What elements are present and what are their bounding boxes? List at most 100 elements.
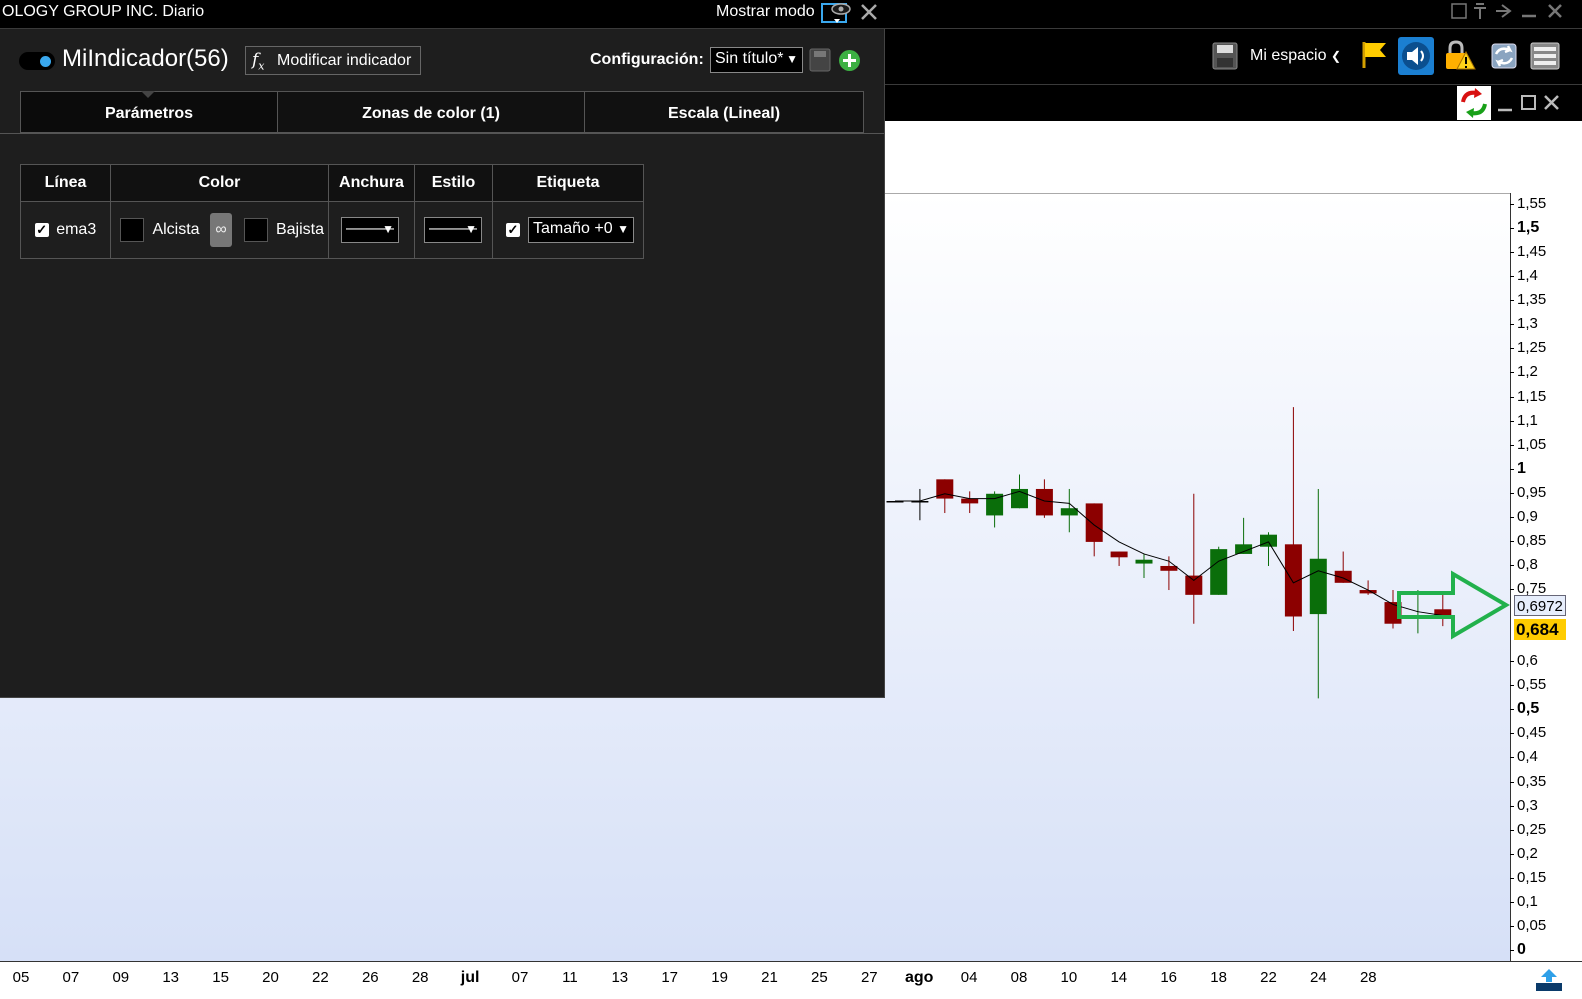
workspace-label: Mi espacio bbox=[1250, 47, 1327, 64]
price-tick-mark bbox=[1510, 709, 1514, 711]
candle-up bbox=[1260, 534, 1277, 547]
price-tick-mark bbox=[1510, 757, 1514, 759]
label-visible-checkbox[interactable]: ✓ bbox=[506, 223, 520, 237]
price-tick-label: 0,3 bbox=[1517, 796, 1538, 814]
chart-info-area bbox=[885, 121, 1582, 193]
chart-maximize-icon bbox=[1521, 95, 1536, 110]
save-config-icon[interactable] bbox=[809, 48, 831, 72]
price-tick-label: 0,35 bbox=[1517, 772, 1547, 790]
close-panel-icon[interactable] bbox=[859, 2, 879, 22]
eye-icon[interactable] bbox=[821, 1, 853, 25]
style-select[interactable]: ——— ▼ bbox=[424, 217, 482, 243]
chevron-down-icon: ❮ bbox=[1330, 49, 1341, 63]
date-tick-label: 24 bbox=[1310, 969, 1327, 986]
flag-icon[interactable] bbox=[1360, 40, 1388, 70]
price-tick-mark bbox=[1510, 685, 1514, 687]
price-tick-mark bbox=[1510, 950, 1514, 951]
keyboard-icon[interactable] bbox=[1530, 42, 1560, 70]
price-tick-label: 1,15 bbox=[1517, 387, 1547, 405]
price-tick-mark bbox=[1510, 589, 1514, 591]
speaker-button[interactable] bbox=[1398, 37, 1434, 75]
candle-down bbox=[1185, 575, 1203, 595]
table-row: ✓ ema3 Alcista ∞ Bajista ——— ▼ ——— ▼ ✓ T… bbox=[20, 201, 644, 259]
price-tick-label: 0,55 bbox=[1517, 676, 1547, 694]
style-cell: ——— ▼ bbox=[414, 201, 493, 259]
tab-zonas-color[interactable]: Zonas de color (1) bbox=[278, 92, 585, 132]
tab-escala[interactable]: Escala (Lineal) bbox=[585, 92, 863, 132]
chevron-down-icon: ▼ bbox=[465, 222, 477, 236]
price-tick-mark bbox=[1510, 204, 1514, 205]
date-tick-label: 07 bbox=[511, 969, 529, 986]
price-tick-label: 0,1 bbox=[1517, 892, 1538, 910]
price-tick-label: 0,05 bbox=[1517, 916, 1547, 934]
toggle-knob bbox=[40, 56, 51, 67]
price-tick-mark bbox=[1510, 661, 1514, 663]
date-tick-label: 13 bbox=[611, 969, 629, 986]
price-tick-label: 0,4 bbox=[1517, 748, 1538, 766]
chart-window-controls bbox=[1498, 95, 1559, 112]
label-size-select[interactable]: Tamaño +0 ▼ bbox=[528, 217, 634, 243]
refresh-chart-button[interactable] bbox=[1457, 86, 1491, 120]
parameters-table: Línea Color Anchura Estilo Etiqueta ✓ em… bbox=[20, 164, 644, 259]
chevron-down-icon: ▼ bbox=[617, 222, 629, 236]
price-tick-mark bbox=[1510, 324, 1514, 326]
price-tick-mark bbox=[1510, 516, 1514, 518]
label-size-value: Tamaño +0 bbox=[533, 220, 613, 237]
line-visible-checkbox[interactable]: ✓ bbox=[34, 222, 49, 237]
indicator-line bbox=[895, 490, 1443, 617]
price-tick-label: 0,85 bbox=[1517, 531, 1547, 549]
price-tick-label: 1,35 bbox=[1517, 291, 1547, 309]
date-tick-label: 05 bbox=[12, 969, 30, 986]
date-axis[interactable]: 05 07 09 13 15 20 22 26 28 jul 07 11 13 17 19 21 25 27 ago… bbox=[0, 961, 1582, 999]
width-select[interactable]: ——— ▼ bbox=[341, 217, 399, 243]
panel-divider bbox=[0, 133, 884, 134]
date-tick-label: 09 bbox=[112, 969, 130, 986]
chevron-down-icon: ▼ bbox=[382, 222, 394, 236]
col-estilo: Estilo bbox=[414, 164, 493, 202]
down-label: Bajista bbox=[275, 221, 324, 238]
save-icon[interactable] bbox=[1212, 42, 1238, 70]
price-tick-label: 1,05 bbox=[1517, 435, 1547, 453]
candle-up bbox=[1060, 508, 1078, 516]
configuration-value: Sin título* bbox=[715, 50, 784, 67]
link-colors-icon[interactable]: ∞ bbox=[210, 213, 233, 247]
add-config-icon[interactable] bbox=[838, 49, 861, 72]
down-color-swatch[interactable] bbox=[244, 218, 269, 242]
date-tick-label: 17 bbox=[661, 969, 679, 986]
line-cell: ✓ ema3 bbox=[20, 201, 111, 259]
col-etiqueta: Etiqueta bbox=[492, 164, 644, 202]
modify-indicator-button[interactable]: fx Modificar indicador bbox=[245, 46, 421, 75]
price-tick-label: 0,95 bbox=[1517, 483, 1547, 501]
price-tick-mark bbox=[1510, 564, 1514, 566]
price-tick-label: 1,1 bbox=[1517, 411, 1538, 429]
price-tick-mark bbox=[1510, 492, 1514, 494]
date-tick-label: 13 bbox=[162, 969, 180, 986]
window-title-bar: OLOGY GROUP INC. Diario Mostrar modo bbox=[0, 0, 1582, 29]
price-tick-mark bbox=[1510, 540, 1514, 542]
date-tick-label: 07 bbox=[62, 969, 80, 986]
window-title: OLOGY GROUP INC. Diario bbox=[2, 3, 205, 20]
price-tick-label: 1,55 bbox=[1517, 195, 1547, 212]
refresh-sync-icon[interactable] bbox=[1486, 40, 1520, 72]
fx-icon: fx bbox=[252, 50, 265, 73]
lock-alert-icon[interactable] bbox=[1442, 40, 1476, 72]
price-tick-label: 1,3 bbox=[1517, 315, 1538, 333]
price-tick-label: 1,45 bbox=[1517, 243, 1547, 261]
configuration-label: Configuración: bbox=[590, 51, 704, 68]
price-tick-label: 0,15 bbox=[1517, 868, 1547, 886]
candle-up bbox=[1210, 549, 1228, 595]
candle-down bbox=[1160, 565, 1178, 571]
price-tick-mark bbox=[1510, 348, 1514, 350]
date-tick-label: 22 bbox=[312, 969, 329, 986]
price-tick-label: 0,8 bbox=[1517, 555, 1538, 573]
up-color-swatch[interactable] bbox=[120, 218, 144, 242]
price-tick-mark bbox=[1510, 901, 1514, 903]
date-tick-label: 26 bbox=[361, 969, 379, 986]
configuration-select[interactable]: Sin título* ▼ bbox=[710, 47, 803, 73]
price-tick-label: 0,25 bbox=[1517, 820, 1547, 838]
price-tick-label: 0,45 bbox=[1517, 724, 1547, 742]
scroll-to-end-icon[interactable] bbox=[1535, 967, 1563, 993]
last-price-label: 0,684 bbox=[1514, 619, 1566, 640]
candle-down bbox=[1085, 503, 1103, 542]
workspace-dropdown[interactable]: Mi espacio ❮ bbox=[1250, 47, 1341, 65]
